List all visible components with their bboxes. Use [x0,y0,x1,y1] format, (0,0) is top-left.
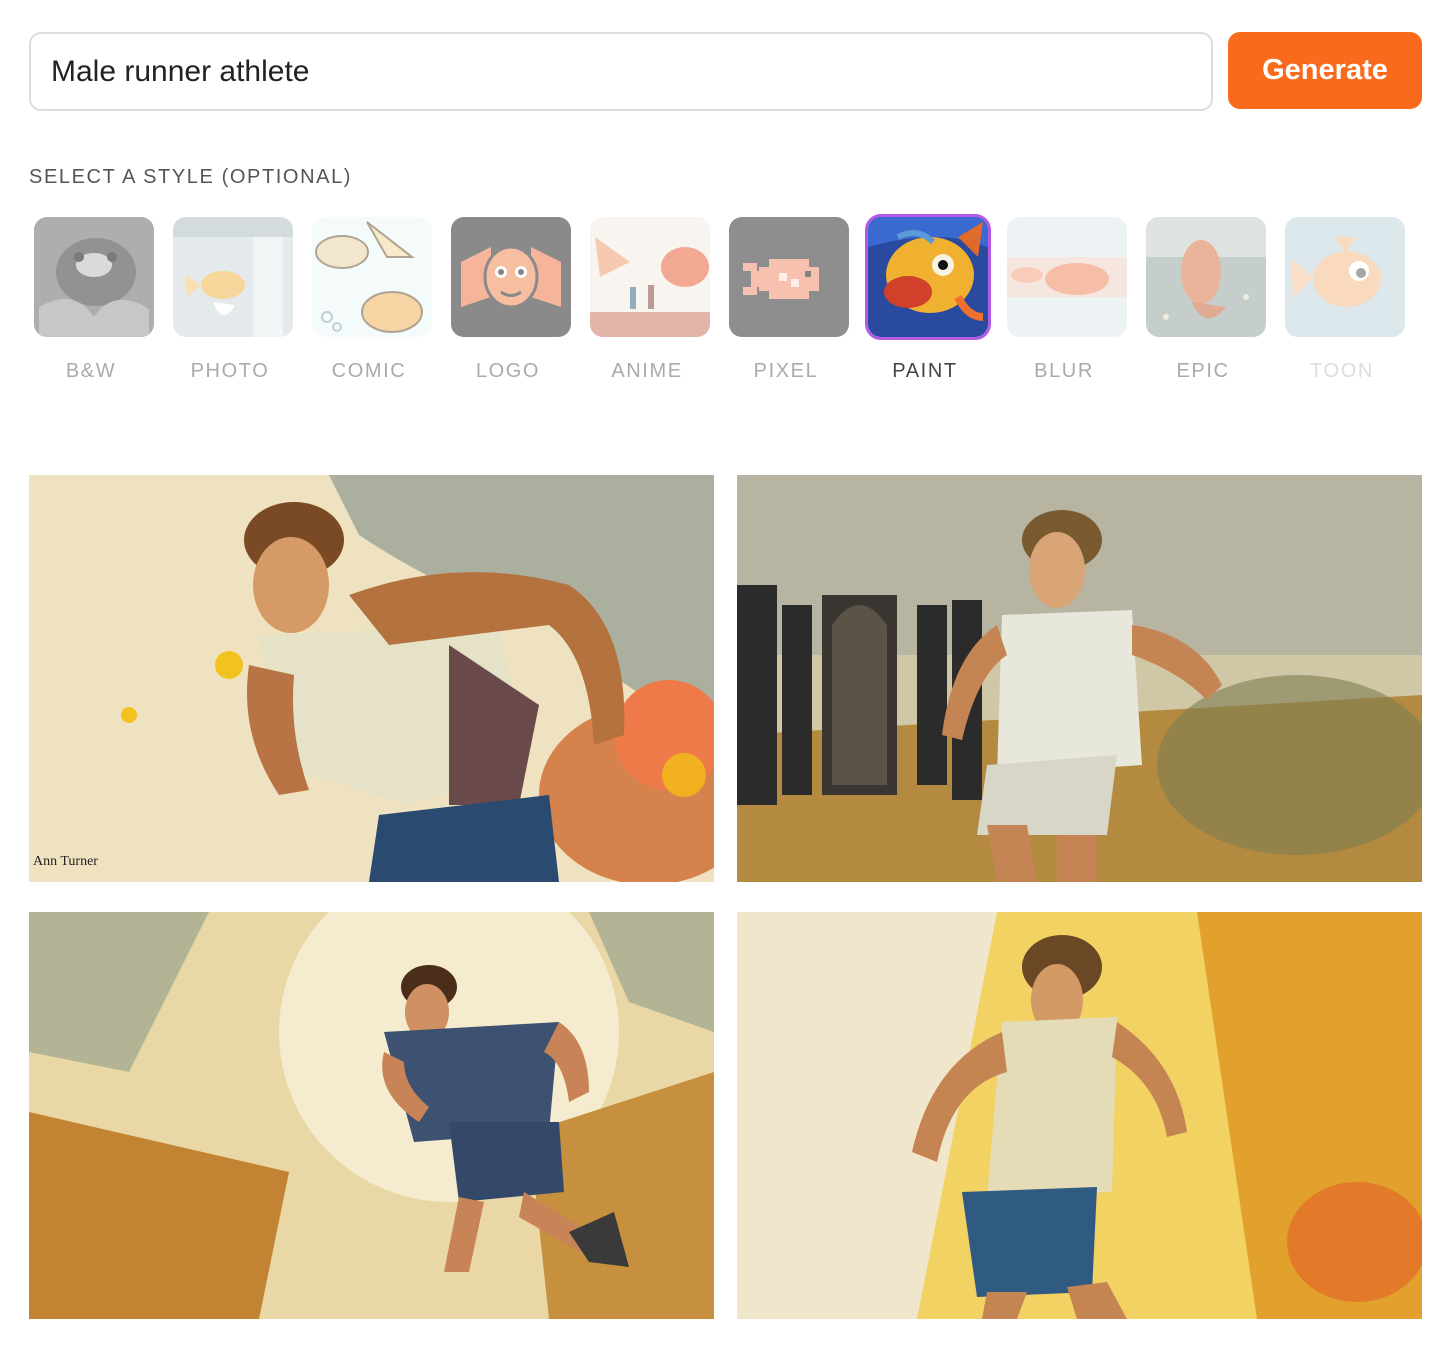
anime-fish-thumbnail [587,214,713,340]
style-label: PAINT [892,360,958,382]
style-label: COMIC [331,360,407,382]
logo-fish-thumbnail [448,214,574,340]
style-option-anime[interactable]: ANIME [587,214,713,384]
toon-fish-thumbnail [1282,214,1408,340]
style-option-blur[interactable]: BLUR [1004,214,1130,384]
prompt-input[interactable] [29,32,1213,111]
result-image-2[interactable] [737,475,1422,882]
style-label: B&W [65,360,117,382]
result-image-3[interactable] [29,912,714,1319]
style-option-paint[interactable]: PAINT [865,214,991,384]
style-label: TOON [1310,360,1374,382]
results-gallery: Ann Turner [29,475,1422,1320]
runner-painting-icon [29,912,714,1319]
style-option-photo[interactable]: PHOTO [170,214,296,384]
style-option-toon[interactable]: TOON [1282,214,1408,384]
style-picker: B&W PHOTO COMIC LOGO ANIME PIXEL PAINT B… [31,214,1426,394]
prompt-row: Generate [29,32,1422,111]
pixel-fish-thumbnail [726,214,852,340]
bw-fish-thumbnail [31,214,157,340]
style-label: BLUR [1034,360,1094,382]
artist-signature: Ann Turner [33,854,98,869]
style-label: LOGO [475,360,541,382]
runner-painting-icon [737,475,1422,882]
runner-painting-icon [737,912,1422,1319]
result-image-1[interactable]: Ann Turner [29,475,714,882]
style-label: EPIC [1176,360,1230,382]
style-option-bw[interactable]: B&W [31,214,157,384]
style-option-pixel[interactable]: PIXEL [726,214,852,384]
generate-button[interactable]: Generate [1228,32,1422,109]
photo-fish-thumbnail [170,214,296,340]
paint-fish-thumbnail [865,214,991,340]
style-option-logo[interactable]: LOGO [448,214,574,384]
comic-fish-thumbnail [309,214,435,340]
runner-painting-icon: Ann Turner [29,475,714,882]
style-option-comic[interactable]: COMIC [309,214,435,384]
result-image-4[interactable] [737,912,1422,1319]
style-option-epic[interactable]: EPIC [1143,214,1269,384]
style-label: PHOTO [190,360,270,382]
style-label: PIXEL [753,360,819,382]
epic-fish-thumbnail [1143,214,1269,340]
blur-fish-thumbnail [1004,214,1130,340]
style-label: ANIME [611,360,683,382]
style-section-heading: SELECT A STYLE (OPTIONAL) [29,166,353,188]
